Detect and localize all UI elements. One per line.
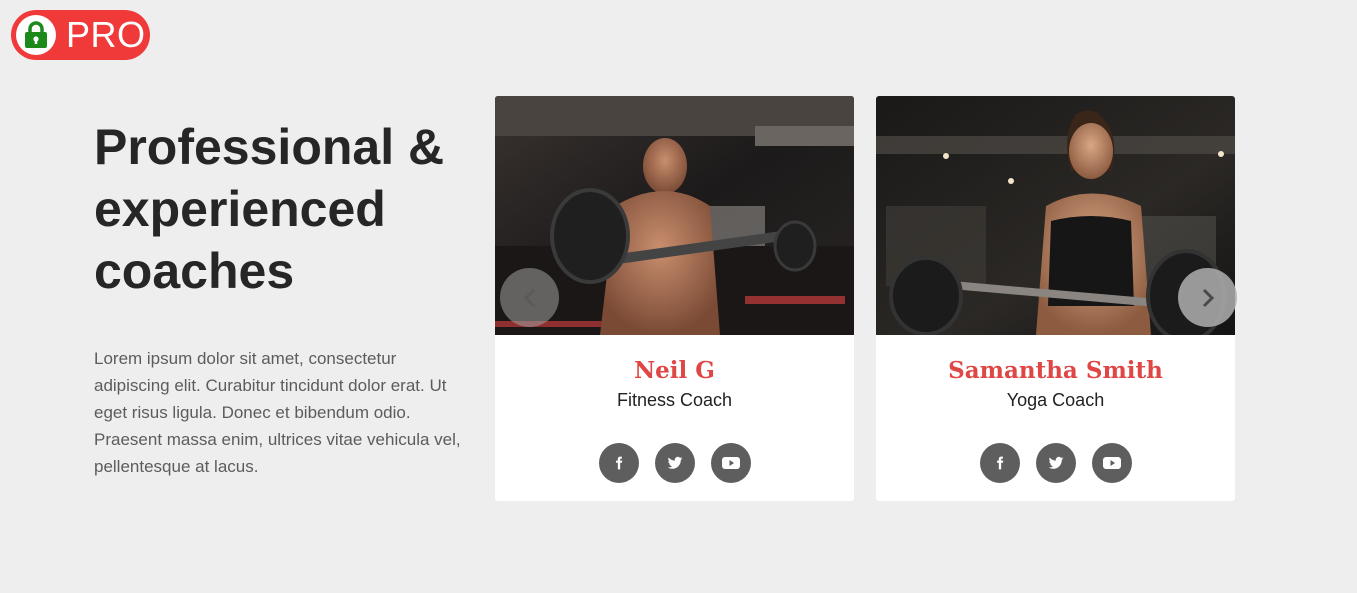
twitter-icon [667, 456, 682, 469]
pro-badge[interactable]: PRO [11, 10, 150, 60]
youtube-button[interactable] [1091, 443, 1132, 483]
coach-name: Samantha Smith [948, 357, 1163, 384]
youtube-button[interactable] [710, 443, 751, 483]
facebook-button[interactable] [979, 443, 1020, 483]
chevron-left-icon [523, 288, 535, 307]
facebook-icon [615, 456, 622, 470]
coach-role: Fitness Coach [616, 390, 733, 410]
chevron-right-icon [1202, 288, 1214, 307]
youtube-icon [1102, 457, 1121, 469]
carousel-next-button[interactable] [1178, 268, 1237, 327]
section-description: Lorem ipsum dolor sit amet, consectetur … [94, 349, 461, 476]
twitter-icon [1048, 456, 1063, 469]
coach-role: Yoga Coach [1006, 390, 1105, 410]
social-links [495, 443, 854, 483]
twitter-button[interactable] [1035, 443, 1076, 483]
pro-label: PRO [66, 14, 146, 55]
coach-name: Neil G [634, 357, 715, 384]
facebook-icon [996, 456, 1003, 470]
twitter-button[interactable] [654, 443, 695, 483]
section-headline: Professional & experienced coaches [94, 119, 445, 299]
youtube-icon [721, 457, 740, 469]
social-links [876, 443, 1235, 483]
facebook-button[interactable] [598, 443, 639, 483]
carousel-prev-button[interactable] [500, 268, 559, 327]
lock-icon [16, 15, 56, 55]
